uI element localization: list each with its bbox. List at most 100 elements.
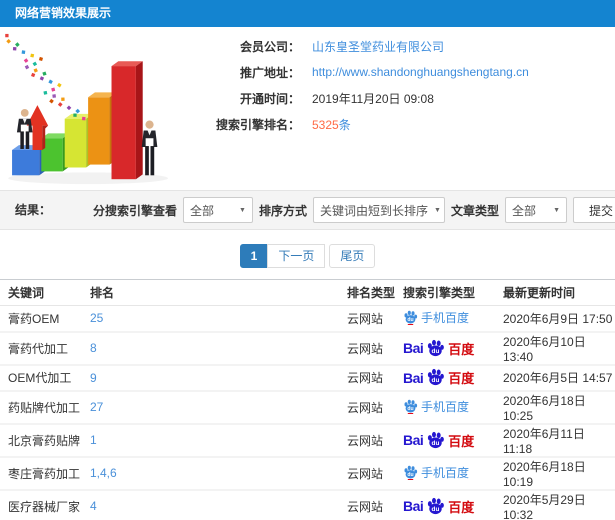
rank-link[interactable]: 4 <box>90 499 97 513</box>
baidu-paw-icon: du <box>428 368 445 386</box>
baidu-logo[interactable]: Bai du 百度 <box>403 339 474 358</box>
engine-rank-label: 搜索引擎排名： <box>215 117 300 132</box>
pagination: 1 下一页 尾页 <box>0 244 615 268</box>
field-open-time: 开通时间： 2019年11月20日 09:08 <box>188 85 529 111</box>
rank-cell: 8 <box>90 331 347 366</box>
baidu-paw-icon: du <box>404 465 418 480</box>
rank-type-cell: 云网站 <box>347 456 403 491</box>
field-engine-rank-count: 搜索引擎排名： 5325条 <box>188 111 529 137</box>
header-rank-type: 排名类型 <box>347 279 403 306</box>
rank-type-cell: 云网站 <box>347 390 403 425</box>
rank-cell: 9 <box>90 364 347 392</box>
rank-link[interactable]: 25 <box>90 311 103 325</box>
rank-link[interactable]: 27 <box>90 400 103 414</box>
engine-type-cell: du 手机百度 <box>403 456 503 491</box>
header-rank: 排名 <box>90 279 347 306</box>
rank-type-cell: 云网站 <box>347 489 403 520</box>
keyword-cell: 枣庄膏药加工 <box>0 456 90 491</box>
filter-controls: 分搜索引擎查看 全部 ▼ 排序方式 关键词由短到长排序 ▼ 文章类型 全部 ▼ … <box>93 191 615 229</box>
keyword-cell: 膏药OEM <box>0 305 90 333</box>
keyword-cell: 膏药代加工 <box>0 331 90 366</box>
engine-filter-label: 分搜索引擎查看 <box>92 203 177 218</box>
engine-type-cell: Bai du 百度 <box>403 423 503 458</box>
open-time-value: 2019年11月20日 09:08 <box>312 91 434 106</box>
baidu-logo[interactable]: Bai du 百度 <box>403 431 474 450</box>
svg-text:du: du <box>432 440 440 447</box>
baidu-logo-suffix-text: 百度 <box>448 433 475 449</box>
mobile-baidu-label: 手机百度 <box>421 399 470 414</box>
engine-type-cell: Bai du 百度 <box>403 489 503 520</box>
baidu-logo-suffix-text: 百度 <box>448 371 475 386</box>
pagination-next-button[interactable]: 下一页 <box>267 244 326 268</box>
engine-type-cell: du 手机百度 <box>403 305 503 333</box>
svg-text:du: du <box>432 506 440 513</box>
sort-filter-select[interactable]: 关键词由短到长排序 ▼ <box>312 197 445 223</box>
rank-link[interactable]: 1,4,6 <box>90 466 117 480</box>
baidu-paw-icon: du <box>428 339 445 356</box>
rank-cell: 1 <box>90 423 347 458</box>
pagination-last-button[interactable]: 尾页 <box>329 244 376 268</box>
field-promo-url: 推广地址： http://www.shandonghuangshengtang.… <box>188 59 529 85</box>
chevron-down-icon: ▼ <box>239 206 246 214</box>
results-table-body: 膏药OEM 25 云网站 du 手机百度 2020年6月9日 17:50 膏药代加工 8 云网站… <box>0 305 615 520</box>
keyword-cell: OEM代加工 <box>0 364 90 392</box>
article-type-label: 文章类型 <box>450 203 499 218</box>
rank-cell: 4 <box>90 489 347 520</box>
updated-cell: 2020年6月11日 11:18 <box>503 423 615 458</box>
rank-type-cell: 云网站 <box>347 331 403 366</box>
mobile-baidu-logo[interactable]: du 手机百度 <box>403 398 469 415</box>
svg-text:du: du <box>407 472 413 478</box>
open-time-label: 开通时间： <box>239 91 300 106</box>
baidu-paw-icon: du <box>428 431 445 448</box>
submit-button[interactable]: 提交 <box>573 197 615 223</box>
rank-type-cell: 云网站 <box>347 364 403 392</box>
rank-count-number: 5325 <box>312 117 339 132</box>
keyword-cell: 药贴牌代加工 <box>0 390 90 425</box>
baidu-logo[interactable]: Bai du 百度 <box>403 497 474 516</box>
sort-filter-value: 关键词由短到长排序 <box>319 203 428 218</box>
rank-count-suffix[interactable]: 条 <box>339 118 351 132</box>
engine-rank-value: 5325条 <box>312 116 351 133</box>
promo-url-link[interactable]: http://www.shandonghuangshengtang.cn <box>312 65 529 79</box>
table-row: 膏药代加工 8 云网站 Bai du 百度 2020年6月10日 13:40 <box>0 331 615 366</box>
engine-filter-value: 全部 <box>189 203 214 218</box>
rank-link[interactable]: 9 <box>90 371 97 385</box>
svg-text:du: du <box>407 317 413 323</box>
info-section: 会员公司： 山东皇圣堂药业有限公司 推广地址： http://www.shand… <box>0 27 615 190</box>
mobile-baidu-logo[interactable]: du 手机百度 <box>403 309 469 326</box>
engine-type-cell: Bai du 百度 <box>403 331 503 366</box>
header-keyword: 关键词 <box>0 279 90 306</box>
baidu-logo-bai-text: Bai <box>403 432 424 448</box>
baidu-logo[interactable]: Bai du 百度 <box>403 368 474 387</box>
baidu-logo-suffix-text: 百度 <box>448 341 475 357</box>
updated-cell: 2020年6月18日 10:19 <box>503 456 615 491</box>
page-title: 网络营销效果展示 <box>15 6 112 20</box>
baidu-paw-icon: du <box>404 310 418 325</box>
member-company-link[interactable]: 山东皇圣堂药业有限公司 <box>312 38 444 55</box>
table-row: 药贴牌代加工 27 云网站 du 手机百度 2020年6月18日 10:25 <box>0 390 615 425</box>
keyword-cell: 北京膏药贴牌 <box>0 423 90 458</box>
rank-type-cell: 云网站 <box>347 305 403 333</box>
app-header: 网络营销效果展示 <box>0 0 615 27</box>
updated-cell: 2020年6月5日 14:57 <box>503 364 615 392</box>
mobile-baidu-logo[interactable]: du 手机百度 <box>403 464 469 481</box>
article-type-select[interactable]: 全部 ▼ <box>505 197 567 223</box>
article-type-value: 全部 <box>512 203 537 218</box>
engine-filter-select[interactable]: 全部 ▼ <box>182 197 253 223</box>
updated-cell: 2020年5月29日 10:32 <box>503 489 615 520</box>
results-table: 关键词 排名 排名类型 搜索引擎类型 最新更新时间 膏药OEM 25 云网站 du 手机… <box>0 279 615 520</box>
keyword-cell: 医疗器械厂家 <box>0 489 90 520</box>
table-row: OEM代加工 9 云网站 Bai du 百度 2020年6月5日 14:57 <box>0 364 615 392</box>
results-table-head: 关键词 排名 排名类型 搜索引擎类型 最新更新时间 <box>0 279 615 306</box>
chevron-down-icon: ▼ <box>434 206 441 214</box>
rank-link[interactable]: 8 <box>90 341 97 355</box>
sort-filter-label: 排序方式 <box>258 203 307 218</box>
svg-text:du: du <box>432 348 440 355</box>
table-row: 膏药OEM 25 云网站 du 手机百度 2020年6月9日 17:50 <box>0 305 615 333</box>
businessman-right <box>141 120 158 176</box>
svg-text:du: du <box>407 406 413 412</box>
rank-link[interactable]: 1 <box>90 433 97 447</box>
info-fields: 会员公司： 山东皇圣堂药业有限公司 推广地址： http://www.shand… <box>188 33 529 137</box>
table-row: 北京膏药贴牌 1 云网站 Bai du 百度 2020年6月11日 11:18 <box>0 423 615 458</box>
pagination-page-1[interactable]: 1 <box>239 244 269 268</box>
